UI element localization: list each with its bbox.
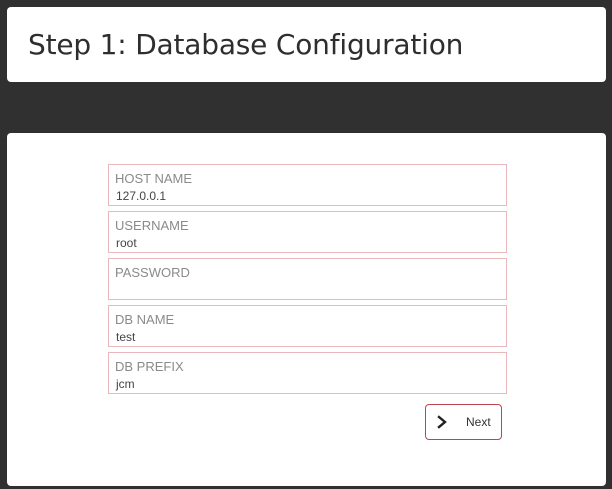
host-name-label: HOST NAME	[115, 171, 193, 186]
password-label: PASSWORD	[115, 265, 190, 280]
title-card: Step 1: Database Configuration	[7, 7, 606, 82]
username-input[interactable]: root	[116, 236, 137, 250]
username-field[interactable]: USERNAME root	[108, 211, 507, 253]
page-title: Step 1: Database Configuration	[28, 28, 464, 61]
installer-page: Step 1: Database Configuration HOST NAME…	[0, 0, 612, 489]
password-field[interactable]: PASSWORD	[108, 258, 507, 300]
database-config-form: HOST NAME 127.0.0.1 USERNAME root PASSWO…	[7, 133, 606, 486]
host-name-field[interactable]: HOST NAME 127.0.0.1	[108, 164, 507, 206]
db-name-field[interactable]: DB NAME test	[108, 305, 507, 347]
db-prefix-input[interactable]: jcm	[116, 377, 135, 391]
next-button[interactable]: Next	[425, 404, 502, 440]
db-name-label: DB NAME	[115, 312, 175, 327]
next-button-label: Next	[466, 415, 491, 429]
chevron-right-icon	[437, 415, 447, 429]
username-label: USERNAME	[115, 218, 189, 233]
db-prefix-field[interactable]: DB PREFIX jcm	[108, 352, 507, 394]
host-name-input[interactable]: 127.0.0.1	[116, 189, 166, 203]
db-prefix-label: DB PREFIX	[115, 359, 184, 374]
db-name-input[interactable]: test	[116, 330, 135, 344]
